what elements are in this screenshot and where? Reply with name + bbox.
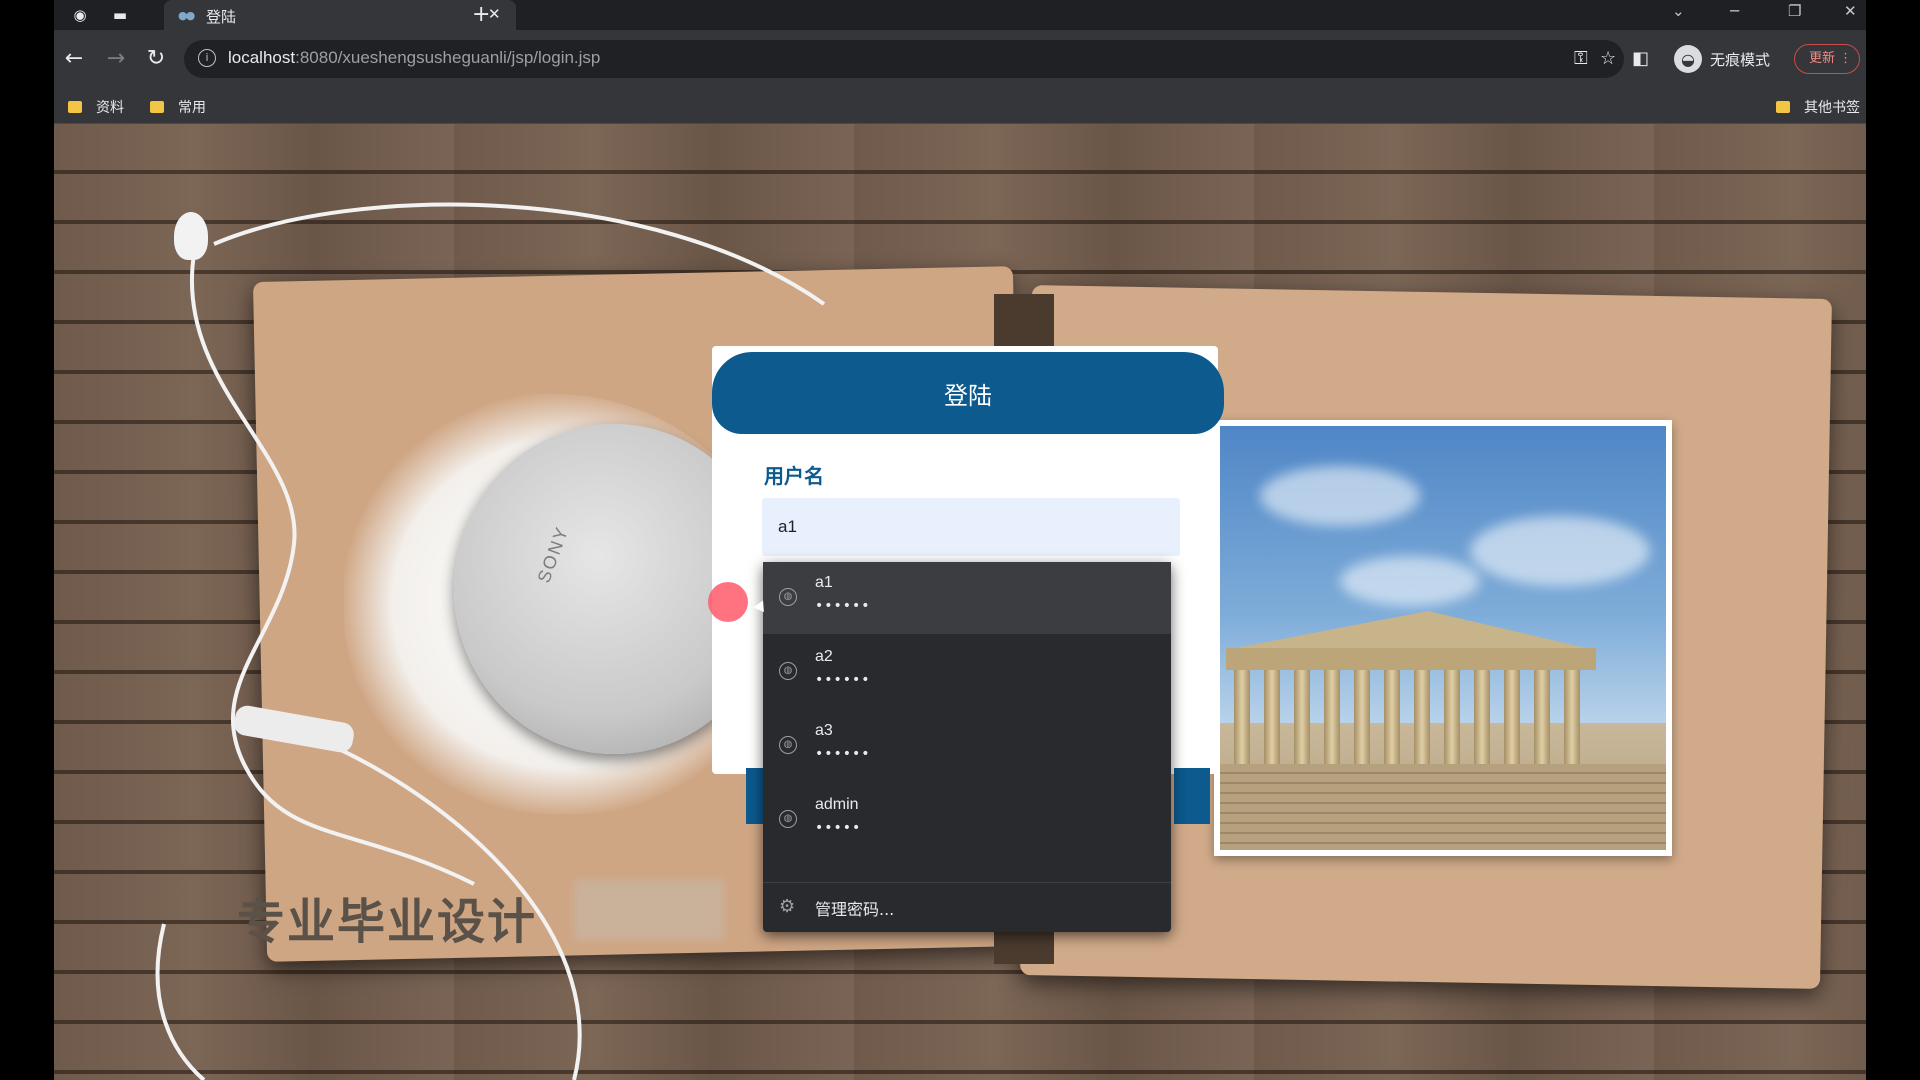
side-panel-icon[interactable]: ◧	[1632, 48, 1649, 69]
star-icon[interactable]: ☆	[1600, 48, 1616, 69]
autofill-password: ••••••	[815, 746, 871, 762]
close-window-button[interactable]: ✕	[1844, 2, 1857, 20]
other-bookmarks-label: 其他书签	[1804, 100, 1860, 116]
autofill-username: a2	[815, 648, 833, 665]
username-label: 用户名	[764, 464, 824, 488]
key-icon[interactable]: ⚿	[1574, 48, 1588, 69]
incognito-profile[interactable]: ◒ 无痕模式	[1674, 40, 1770, 78]
minimize-button[interactable]: ─	[1730, 2, 1739, 20]
bookmarks-bar: 资料 常用 其他书签	[54, 88, 1866, 124]
restore-button[interactable]: ❐	[1788, 2, 1801, 20]
login-title: 登陆	[712, 352, 1224, 434]
autofill-password: ••••••	[815, 672, 871, 688]
address-bar[interactable]: i localhost:8080/xueshengsusheguanli/jsp…	[184, 40, 1624, 78]
folder-icon	[1776, 101, 1790, 113]
browser-logo-icon[interactable]: ◉	[68, 4, 92, 26]
toolbar: ← → ↻ i localhost:8080/xueshengsusheguan…	[54, 30, 1866, 88]
autofill-entry[interactable]: ◍ a3 ••••••	[763, 710, 1171, 782]
update-button[interactable]: 更新 ⋮	[1794, 44, 1860, 74]
bookmark-folder[interactable]: 常用	[150, 97, 206, 117]
autofill-entry[interactable]: ◍ admin •••••	[763, 784, 1171, 856]
caption-text: 专业毕业设计	[237, 894, 538, 950]
url-path: :8080/xueshengsusheguanli/jsp/login.jsp	[295, 48, 601, 67]
forward-button[interactable]: →	[100, 42, 132, 74]
url-host: localhost	[228, 48, 296, 67]
arrow-left-icon: ←	[64, 45, 84, 71]
new-tab-button[interactable]: +	[472, 2, 490, 27]
tab-search-icon[interactable]: ▬	[108, 4, 132, 26]
photo-image	[1220, 426, 1666, 850]
tab-title: 登陆	[206, 8, 237, 26]
parthenon-photo	[1214, 420, 1672, 856]
manage-passwords-label: 管理密码...	[815, 900, 895, 919]
autofill-entry[interactable]: ◍ a1 ••••••	[763, 562, 1171, 634]
reload-button[interactable]: ↻	[140, 42, 172, 74]
password-autofill-dropdown: ◍ a1 •••••• ◍ a2 •••••• ◍ a3 •••••• ◍ ad…	[763, 562, 1171, 932]
bookmark-label: 资料	[96, 100, 124, 116]
folder-icon	[150, 101, 164, 113]
screen: ◉ ▬ ●● 登陆 ✕ + ⌄ ─ ❐ ✕ ← → ↻ i localhost:…	[54, 0, 1866, 1080]
site-info-icon[interactable]: i	[198, 49, 216, 67]
login-page: SONY 专业毕业设计 登陆 用户名 a1 ◍ a1 •••••• ◍ a2 •…	[54, 124, 1866, 1080]
autofill-entry[interactable]: ◍ a2 ••••••	[763, 636, 1171, 708]
back-button[interactable]: ←	[58, 42, 90, 74]
incognito-label: 无痕模式	[1710, 50, 1771, 69]
autofill-username: a1	[815, 574, 833, 591]
autofill-password: ••••••	[815, 598, 871, 614]
autofill-username: a3	[815, 722, 833, 739]
bookmark-folder[interactable]: 资料	[68, 97, 124, 117]
tab-login[interactable]: ●● 登陆 ✕	[164, 0, 516, 30]
folder-icon	[68, 101, 82, 113]
update-label: 更新	[1809, 51, 1836, 66]
account-icon: ◍	[779, 810, 797, 828]
other-bookmarks[interactable]: 其他书签	[1776, 97, 1860, 117]
tab-favicon-icon: ●●	[178, 9, 195, 22]
manage-passwords-item[interactable]: ⚙ 管理密码...	[763, 883, 1171, 932]
reload-icon: ↻	[146, 45, 166, 71]
autofill-username: admin	[815, 796, 859, 813]
login-button-edge[interactable]	[1174, 768, 1210, 824]
arrow-right-icon: →	[106, 45, 126, 71]
bookmark-label: 常用	[178, 100, 206, 116]
gear-icon: ⚙	[779, 896, 796, 917]
incognito-icon: ◒	[1674, 45, 1702, 73]
click-indicator	[708, 582, 748, 622]
tab-list-icon[interactable]: ⌄	[1672, 2, 1685, 20]
account-icon: ◍	[779, 662, 797, 680]
url-text: localhost:8080/xueshengsusheguanli/jsp/l…	[228, 48, 600, 68]
watermark-blur	[574, 880, 724, 940]
account-icon: ◍	[779, 736, 797, 754]
username-input[interactable]	[762, 498, 1180, 556]
autofill-password: •••••	[815, 820, 862, 836]
tab-strip: ◉ ▬ ●● 登陆 ✕ + ⌄ ─ ❐ ✕	[54, 0, 1866, 30]
account-icon: ◍	[779, 588, 797, 606]
earbud	[174, 212, 208, 260]
